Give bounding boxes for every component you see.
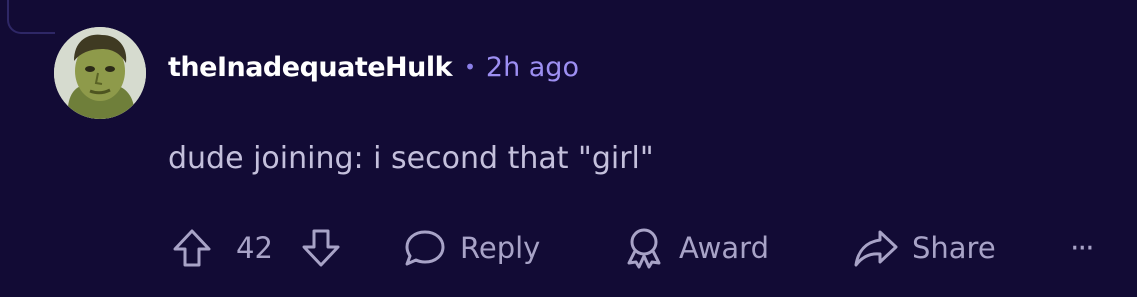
speech-bubble-icon bbox=[402, 226, 448, 270]
username-link[interactable]: theInadequateHulk bbox=[168, 52, 453, 83]
award-button[interactable]: Award bbox=[621, 220, 769, 276]
upvote-button[interactable] bbox=[170, 220, 214, 276]
arrow-up-icon bbox=[170, 226, 214, 270]
avatar[interactable] bbox=[54, 27, 146, 119]
reply-button[interactable]: Reply bbox=[402, 220, 540, 276]
share-button[interactable]: Share bbox=[852, 220, 996, 276]
vote-count: 42 bbox=[236, 231, 273, 265]
reply-label: Reply bbox=[460, 231, 541, 265]
arrow-down-icon bbox=[299, 226, 343, 270]
separator-dot: • bbox=[464, 55, 476, 79]
comment-actions: 42 Reply Award Share ··· bbox=[0, 220, 1137, 276]
timestamp[interactable]: 2h ago bbox=[486, 52, 579, 83]
downvote-button[interactable] bbox=[299, 220, 343, 276]
comment-meta: theInadequateHulk • 2h ago bbox=[168, 47, 579, 87]
award-label: Award bbox=[679, 231, 769, 265]
award-medal-icon bbox=[621, 225, 667, 271]
share-arrow-icon bbox=[852, 226, 900, 270]
thread-line[interactable] bbox=[7, 0, 55, 34]
comment-body: dude joining: i second that "girl" bbox=[168, 141, 654, 176]
more-options-button[interactable]: ··· bbox=[1070, 220, 1095, 276]
comment: theInadequateHulk • 2h ago dude joining:… bbox=[0, 0, 1137, 297]
share-label: Share bbox=[912, 231, 996, 265]
hulk-avatar-icon bbox=[54, 27, 146, 119]
